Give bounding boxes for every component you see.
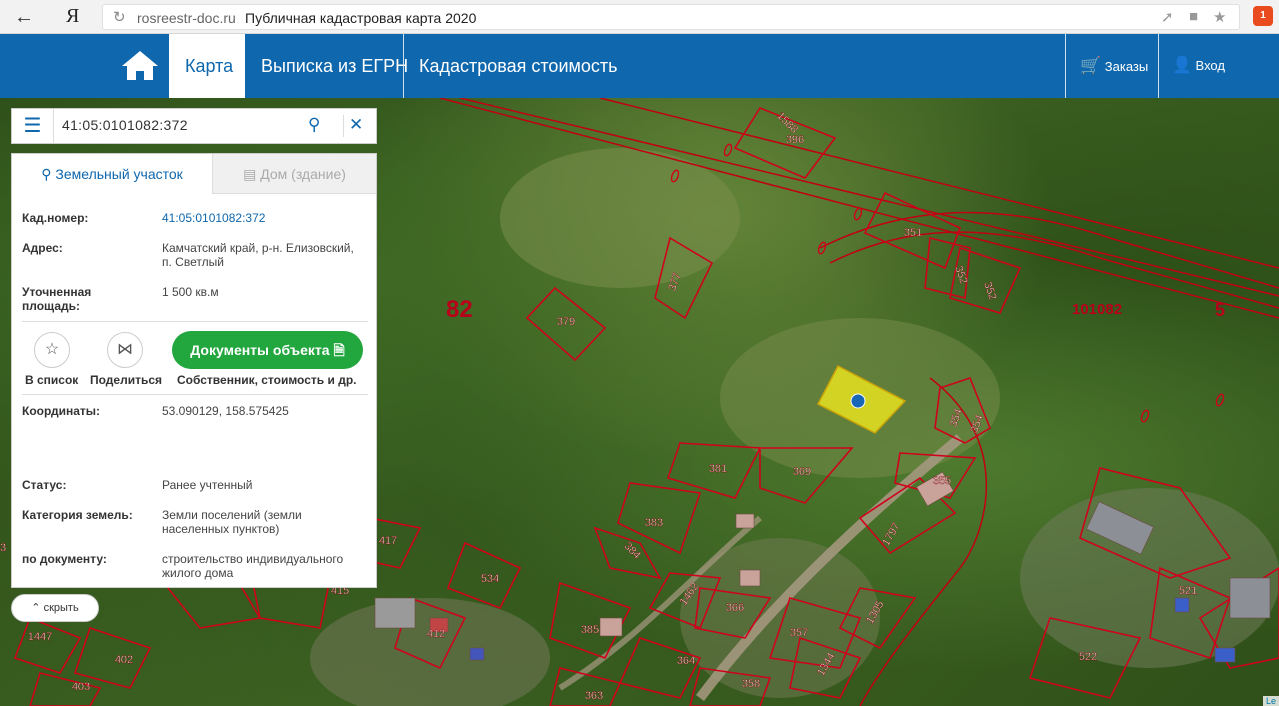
tab-cadastral-value[interactable]: Кадастровая стоимость <box>403 34 634 98</box>
extension-badge-icon[interactable]: 1 <box>1253 6 1273 26</box>
menu-hamburger-icon[interactable]: ☰ <box>12 109 54 143</box>
cad-number-label: Кад.номер: <box>22 211 89 225</box>
cart-icon: 🛒 <box>1080 56 1102 75</box>
parcel-number-label[interactable]: 351 <box>904 227 923 239</box>
documents-subtitle: Собственник, стоимость и др. <box>177 373 357 387</box>
tab-map[interactable]: Карта <box>169 34 245 98</box>
divider <box>22 321 368 322</box>
document-icon: 🗎 <box>333 342 345 358</box>
orders-button[interactable]: 🛒 Заказы <box>1080 34 1148 98</box>
divider <box>22 394 368 395</box>
parcel-number-label[interactable]: 366 <box>726 602 745 614</box>
coordinates-label: Координаты: <box>22 404 101 418</box>
hide-panel-button[interactable]: ⌃ скрыть <box>11 594 99 622</box>
parcel-number-label[interactable]: 369 <box>793 466 812 478</box>
add-to-list-label: В список <box>25 373 79 387</box>
browser-toolbar: ← Я ↻ rosreestr-doc.ru Публичная кадастр… <box>0 0 1279 34</box>
parcel-number-label[interactable]: 363 <box>585 690 604 702</box>
login-button[interactable]: 👤 Вход <box>1172 34 1225 98</box>
parcel-number-label[interactable]: 417 <box>379 535 398 547</box>
search-box: ☰ 41:05:0101082:372 ⚲ ✕ <box>11 108 377 144</box>
lock-icon[interactable]: ■ <box>1189 8 1198 25</box>
parcel-number-label[interactable]: 385 <box>581 624 600 636</box>
search-input[interactable]: 41:05:0101082:372 <box>62 117 188 133</box>
building-icon: ▤ <box>243 166 257 182</box>
parcel-number-label[interactable]: 383 <box>645 517 664 529</box>
search-icon[interactable]: ⚲ <box>308 115 320 135</box>
chevron-up-icon: ⌃ <box>31 602 41 614</box>
quarter-label-5: 5 <box>1215 300 1225 320</box>
quarter-label-82: 82 <box>446 296 473 323</box>
object-tabs: ⚲ Земельный участок ▤ Дом (здание) <box>12 154 376 194</box>
protect-icon[interactable]: ➚ <box>1161 8 1174 26</box>
object-documents-button[interactable]: Документы объекта 🗎 <box>172 331 363 369</box>
bookmark-star-icon[interactable]: ★ <box>1213 8 1226 26</box>
home-icon[interactable] <box>118 48 162 84</box>
permitted-use-label: по документу: <box>22 552 107 566</box>
parcel-number-label[interactable]: 412 <box>427 628 446 640</box>
object-info-panel: ⚲ Земельный участок ▤ Дом (здание) Кад.н… <box>11 153 377 588</box>
parcel-number-label[interactable]: 402 <box>115 654 134 666</box>
share-icon: ⋈ <box>117 341 133 358</box>
reload-icon[interactable]: ↻ <box>113 8 126 26</box>
tab-building[interactable]: ▤ Дом (здание) <box>212 154 376 194</box>
star-icon: ☆ <box>44 341 60 358</box>
status-value: Ранее учтенный <box>162 478 253 492</box>
parcel-number-label[interactable]: 355 <box>933 475 952 487</box>
user-icon: 👤 <box>1172 57 1192 74</box>
parcel-number-label[interactable]: 364 <box>677 655 696 667</box>
parcel-number-label[interactable]: 352 <box>981 280 999 302</box>
parcel-number-label[interactable]: 358 <box>742 678 761 690</box>
parcel-number-label[interactable]: 534 <box>481 573 500 585</box>
quarter-label-101082: 101082 <box>1072 301 1122 318</box>
address-bar[interactable]: ↻ rosreestr-doc.ru Публичная кадастровая… <box>102 4 1240 30</box>
cad-number-link[interactable]: 41:05:0101082:372 <box>162 211 362 225</box>
area-value: 1 500 кв.м <box>162 285 219 299</box>
yandex-logo[interactable]: Я <box>66 5 79 27</box>
parcel-number-label[interactable]: 357 <box>790 627 809 639</box>
map-attribution[interactable]: Le <box>1262 696 1279 706</box>
parcel-number-label[interactable]: 403 <box>72 681 91 693</box>
coordinates-value: 53.090129, 158.575425 <box>162 404 289 418</box>
land-category-label: Категория земель: <box>22 508 133 522</box>
parcel-number-label[interactable]: 1588 <box>774 110 800 136</box>
parcel-number-label[interactable]: 522 <box>1079 651 1098 663</box>
land-category-value: Земли поселений (земли населенных пункто… <box>162 508 302 536</box>
map-pin-icon: ⚲ <box>41 166 52 182</box>
address-value: Камчатский край, р-н. Елизовский, п. Све… <box>162 241 354 269</box>
parcel-number-label[interactable]: 3 <box>0 542 6 554</box>
parcel-number-label[interactable]: 521 <box>1179 585 1198 597</box>
url-domain: rosreestr-doc.ru <box>137 10 236 26</box>
area-label: Уточненная площадь: <box>22 285 92 313</box>
search-divider <box>343 115 344 137</box>
share-label: Поделиться <box>90 373 163 387</box>
tab-egrn[interactable]: Выписка из ЕГРН <box>245 34 424 98</box>
parcel-number-label[interactable]: 381 <box>709 463 728 475</box>
tab-land-plot[interactable]: ⚲ Земельный участок <box>12 154 212 194</box>
nav-divider <box>1158 34 1159 98</box>
close-icon[interactable]: ✕ <box>349 115 363 135</box>
parcel-number-label[interactable]: 1447 <box>28 631 53 643</box>
back-arrow-icon[interactable]: ← <box>14 6 40 28</box>
address-label: Адрес: <box>22 241 63 255</box>
parcel-number-label[interactable]: 1797 <box>880 521 903 549</box>
page-title: Публичная кадастровая карта 2020 <box>245 10 477 26</box>
permitted-use-value: строительство индивидуального жилого дом… <box>162 552 344 580</box>
top-navigation: Карта Выписка из ЕГРН Кадастровая стоимо… <box>0 34 1279 98</box>
parcel-number-label[interactable]: 396 <box>786 134 805 146</box>
parcel-number-label[interactable]: 352 <box>952 264 970 286</box>
nav-divider <box>1065 34 1066 98</box>
add-to-list-button[interactable]: ☆ <box>34 332 70 368</box>
status-label: Статус: <box>22 478 67 492</box>
parcel-number-label[interactable]: 379 <box>557 316 576 328</box>
share-button[interactable]: ⋈ <box>107 332 143 368</box>
selected-parcel-marker <box>850 393 866 409</box>
